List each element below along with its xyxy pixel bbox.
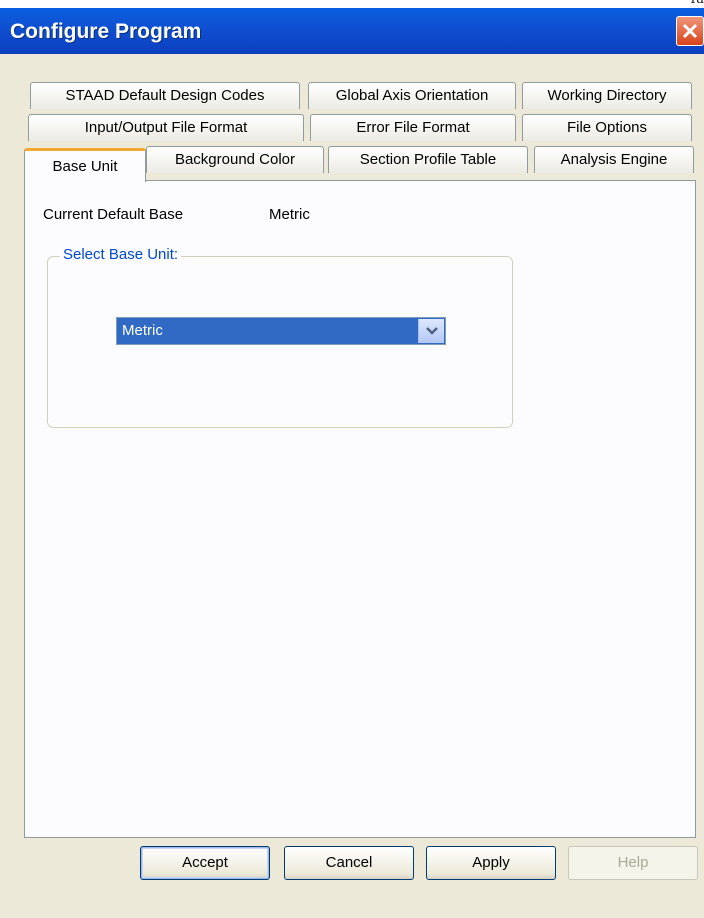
- base-unit-select-value: Metric: [122, 322, 163, 339]
- tab-analysis-engine[interactable]: Analysis Engine: [534, 146, 694, 173]
- apply-button[interactable]: Apply: [426, 846, 556, 880]
- cancel-button[interactable]: Cancel: [284, 846, 414, 880]
- current-default-base-value: Metric: [269, 206, 310, 223]
- tab-staad-default-design-codes[interactable]: STAAD Default Design Codes: [30, 82, 300, 109]
- tab-input-output-file-format[interactable]: Input/Output File Format: [28, 114, 304, 141]
- tab-section-profile-table[interactable]: Section Profile Table: [328, 146, 528, 173]
- base-unit-panel: Current Default Base Metric Select Base …: [24, 180, 696, 838]
- title-bar[interactable]: Configure Program: [0, 8, 704, 54]
- tab-background-color[interactable]: Background Color: [146, 146, 324, 173]
- tab-file-options[interactable]: File Options: [522, 114, 692, 141]
- configure-program-dialog: Configure Program STAAD Default Design C…: [0, 8, 704, 918]
- background-window-text: Ta: [689, 0, 704, 7]
- close-button[interactable]: [676, 16, 704, 46]
- select-base-unit-group: Select Base Unit: Metric: [47, 246, 513, 428]
- base-unit-select[interactable]: Metric: [116, 317, 446, 345]
- dropdown-button[interactable]: [418, 319, 444, 343]
- chevron-down-icon: [426, 327, 438, 335]
- tab-error-file-format[interactable]: Error File Format: [310, 114, 516, 141]
- tab-base-unit[interactable]: Base Unit: [24, 148, 146, 182]
- tab-working-directory[interactable]: Working Directory: [522, 82, 692, 109]
- group-title: Select Base Unit:: [60, 246, 182, 263]
- current-default-base-label: Current Default Base: [43, 206, 184, 223]
- tab-global-axis-orientation[interactable]: Global Axis Orientation: [308, 82, 516, 109]
- help-button[interactable]: Help: [568, 846, 698, 880]
- dialog-title: Configure Program: [10, 20, 202, 43]
- accept-button[interactable]: Accept: [140, 846, 270, 880]
- close-icon: [682, 23, 698, 39]
